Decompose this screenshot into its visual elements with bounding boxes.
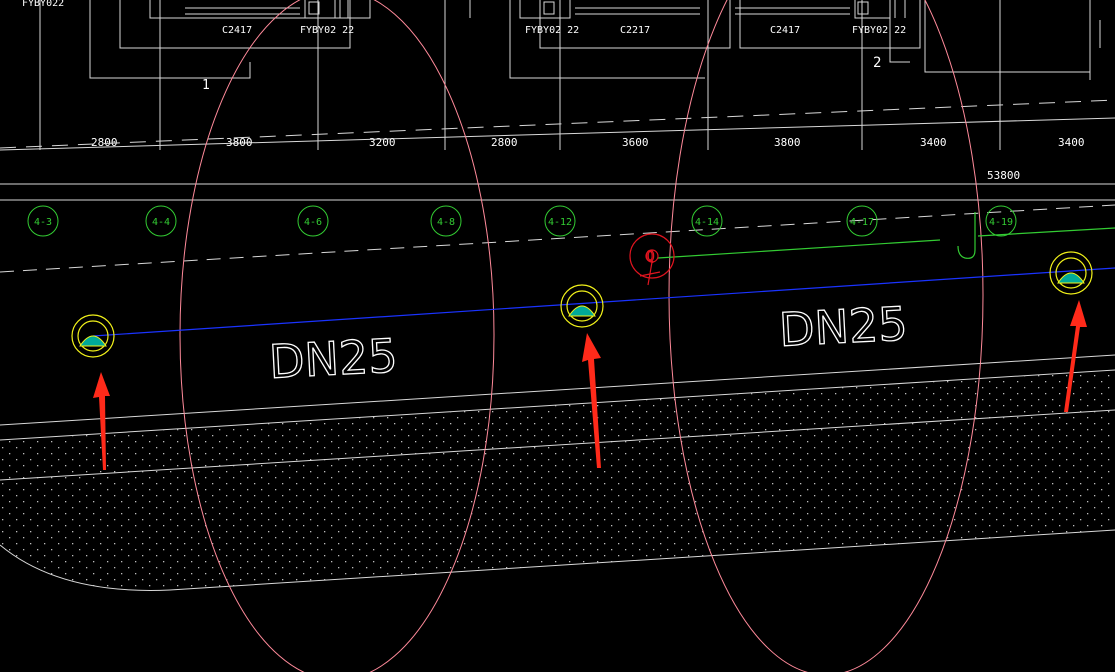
window-tag: FYBY02 22 <box>525 25 579 36</box>
cad-drawing-canvas[interactable]: FYBY022 C2417 FYBY02 22 FYBY02 22 C2217 … <box>0 0 1115 672</box>
window-tag: FYBY02 22 <box>852 25 906 36</box>
axis-bubble-label: 4-6 <box>304 217 322 228</box>
axis-bubble-label: 4-14 <box>695 217 719 228</box>
axis-bubble-label: 4-19 <box>989 217 1013 228</box>
axis-bubbles: 4-3 4-4 4-6 4-8 4-12 4-14 4-17 4-19 <box>27 205 1017 237</box>
axis-bubble[interactable]: 4-3 <box>27 205 59 237</box>
dashed-upper-line <box>0 99 1115 149</box>
pipe-size-label: DN25 <box>778 296 909 357</box>
room-number: 2 <box>873 55 881 71</box>
axis-bubble[interactable]: 4-4 <box>145 205 177 237</box>
window-tag-partial: FYBY022 <box>22 0 64 9</box>
branch-pipe[interactable] <box>657 212 1115 259</box>
dimension-label: 3400 <box>1058 136 1085 149</box>
window-tag: C2417 <box>770 25 800 36</box>
window-tag: FYBY02 22 <box>300 25 354 36</box>
room-number: 1 <box>202 78 210 93</box>
sprinkler-head-icon[interactable] <box>560 284 604 328</box>
valve-marker-icon[interactable]: Q <box>629 233 675 286</box>
dimension-label: 3600 <box>622 136 649 149</box>
axis-bubble[interactable]: 4-6 <box>297 205 329 237</box>
dimension-label: 3800 <box>774 136 801 149</box>
axis-bubble-label: 4-3 <box>34 217 52 228</box>
dimension-label: 2800 <box>491 136 518 149</box>
axis-bubble[interactable]: 4-19 <box>985 205 1017 237</box>
axis-bubble[interactable]: 4-17 <box>846 205 878 237</box>
window-tag: C2417 <box>222 25 252 36</box>
axis-bubble[interactable]: 4-14 <box>691 205 723 237</box>
axis-bubble[interactable]: 4-8 <box>430 205 462 237</box>
pipe-size-label: DN25 <box>268 328 399 389</box>
axis-bubble-label: 4-4 <box>152 217 170 228</box>
dashed-lines <box>0 204 1115 273</box>
window-tag: C2217 <box>620 25 650 36</box>
dimension-labels: 2800 3800 3200 2800 3600 3800 3400 3400 … <box>91 136 1085 182</box>
dimension-label: 2800 <box>91 136 118 149</box>
sprinkler-head-icon[interactable] <box>1049 251 1093 295</box>
axis-bubble[interactable]: 4-12 <box>544 205 576 237</box>
dimension-label: 3200 <box>369 136 396 149</box>
axis-bubble-label: 4-8 <box>437 217 455 228</box>
axis-bubble-label: 4-17 <box>850 217 874 228</box>
sprinkler-head-icon[interactable] <box>71 314 115 358</box>
ground-hatch-area <box>0 370 1115 591</box>
axis-bubble-label: 4-12 <box>548 217 572 228</box>
overall-dimension-label: 53800 <box>987 169 1020 182</box>
valve-label: Q <box>646 249 654 265</box>
dimension-label: 3400 <box>920 136 947 149</box>
main-pipe[interactable] <box>92 267 1115 337</box>
